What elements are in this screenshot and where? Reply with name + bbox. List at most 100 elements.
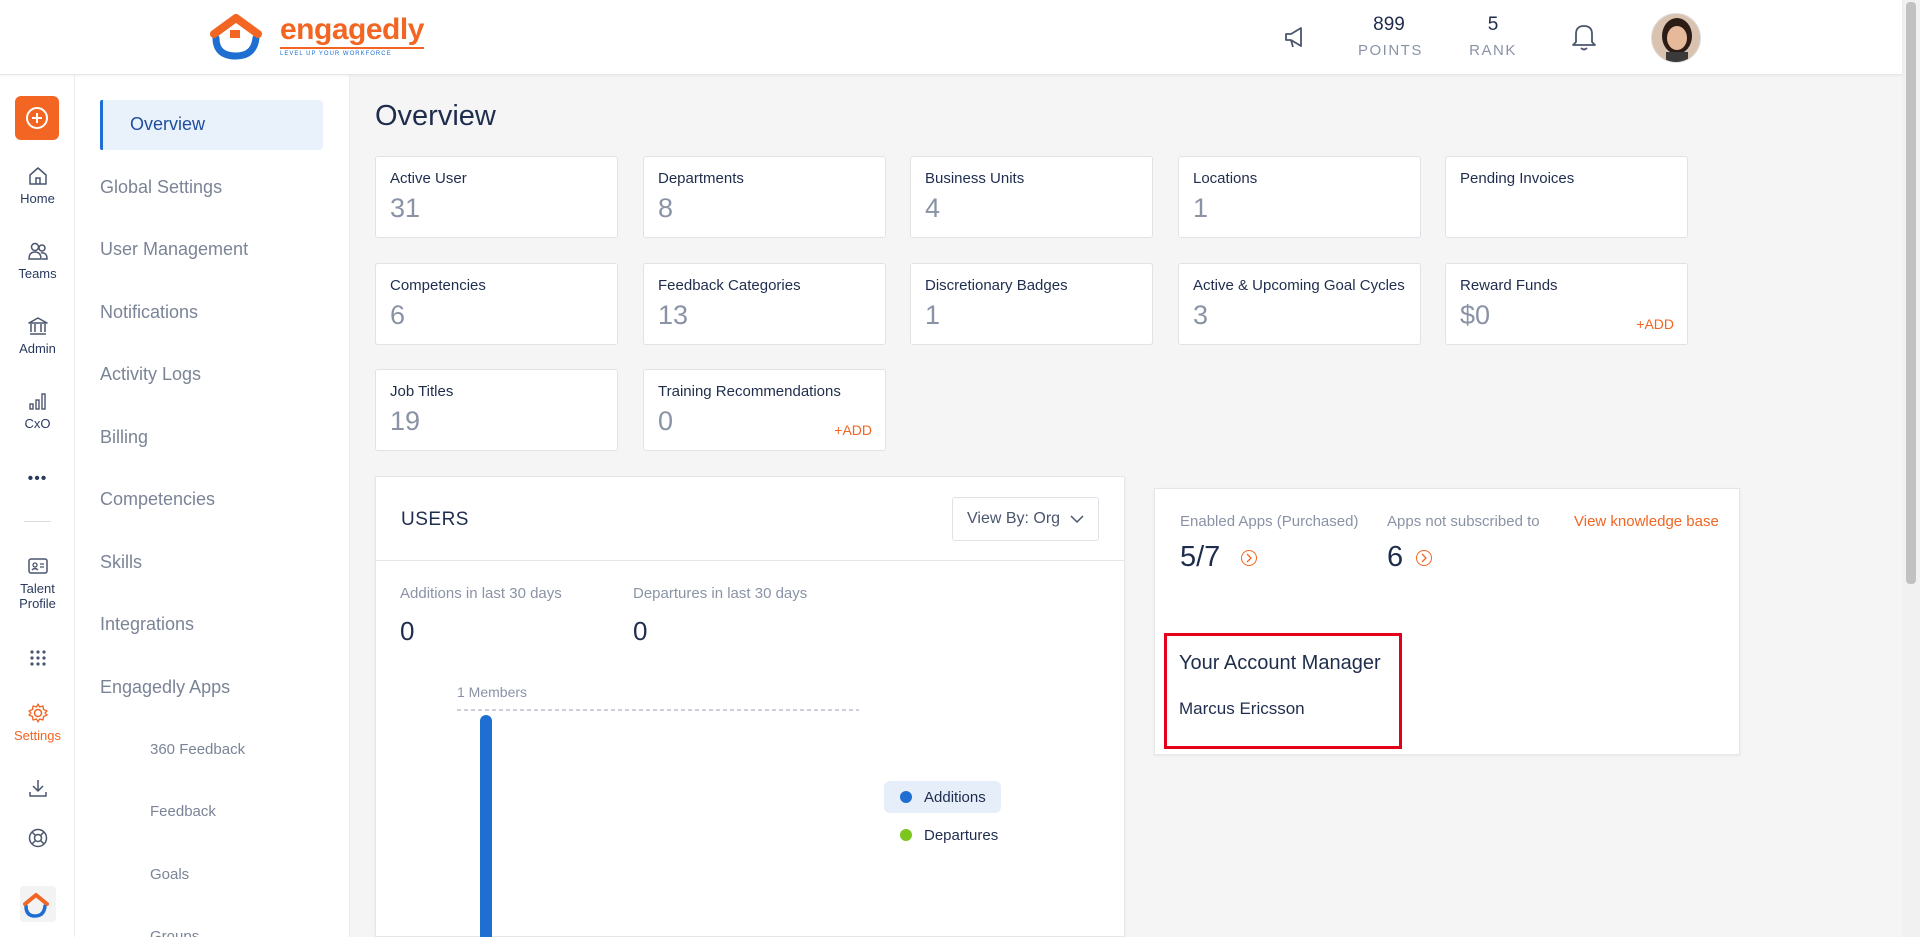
nav-item-integrations[interactable]: Integrations bbox=[100, 614, 194, 635]
add-button[interactable] bbox=[15, 96, 59, 140]
chevron-down-icon bbox=[1070, 515, 1084, 524]
card-departments[interactable]: Departments 8 bbox=[643, 156, 886, 238]
rank-value: 5 bbox=[1487, 14, 1499, 35]
card-business-units[interactable]: Business Units 4 bbox=[910, 156, 1153, 238]
rail-item-teams[interactable]: Teams bbox=[0, 240, 75, 281]
card-reward-funds[interactable]: Reward Funds $0 +ADD bbox=[1445, 263, 1688, 345]
engagedly-small-logo[interactable] bbox=[0, 886, 75, 926]
page-title: Overview bbox=[375, 100, 496, 132]
apps-grid-icon[interactable] bbox=[0, 649, 75, 671]
card-value: 13 bbox=[658, 300, 689, 330]
card-value: 19 bbox=[390, 406, 421, 436]
admin-icon bbox=[27, 317, 48, 335]
nav-item-activity-logs[interactable]: Activity Logs bbox=[100, 364, 201, 385]
nav-item-competencies[interactable]: Competencies bbox=[100, 489, 215, 510]
page-scrollbar[interactable] bbox=[1902, 0, 1920, 937]
rail-label-teams: Teams bbox=[18, 266, 57, 281]
id-card-icon bbox=[27, 558, 48, 574]
card-label: Job Titles bbox=[390, 383, 454, 400]
nav-sub-360-feedback[interactable]: 360 Feedback bbox=[150, 741, 245, 758]
card-discretionary-badges[interactable]: Discretionary Badges 1 bbox=[910, 263, 1153, 345]
card-competencies[interactable]: Competencies 6 bbox=[375, 263, 618, 345]
account-manager-name: Marcus Ericsson bbox=[1179, 699, 1305, 718]
view-by-dropdown[interactable]: View By: Org bbox=[952, 497, 1099, 541]
rank-stat[interactable]: 5 RANK bbox=[1467, 14, 1519, 59]
card-pending-invoices[interactable]: Pending Invoices bbox=[1445, 156, 1688, 238]
nav-item-overview[interactable]: Overview bbox=[100, 100, 323, 150]
user-avatar[interactable] bbox=[1651, 13, 1701, 63]
nav-item-skills[interactable]: Skills bbox=[100, 552, 142, 573]
card-job-titles[interactable]: Job Titles 19 bbox=[375, 369, 618, 451]
card-label: Departments bbox=[658, 170, 744, 187]
card-value: 4 bbox=[925, 193, 941, 223]
users-panel-header: USERS View By: Org bbox=[376, 477, 1124, 561]
legend-label-additions: Additions bbox=[924, 789, 986, 806]
bell-icon[interactable] bbox=[1569, 21, 1599, 51]
nav-item-global-settings[interactable]: Global Settings bbox=[100, 177, 222, 198]
rail-label-home: Home bbox=[20, 191, 55, 206]
view-knowledge-base-link[interactable]: View knowledge base bbox=[1574, 513, 1719, 530]
nav-sub-groups[interactable]: Groups bbox=[150, 928, 199, 937]
departures-stat: Departures in last 30 days 0 bbox=[633, 585, 807, 647]
grid-dots-icon bbox=[29, 650, 46, 666]
legend-departures[interactable]: Departures bbox=[884, 819, 1001, 851]
card-value: 31 bbox=[390, 193, 421, 223]
scrollbar-thumb[interactable] bbox=[1906, 2, 1916, 584]
legend-dot-additions bbox=[900, 791, 912, 803]
brand-tagline: LEVEL UP YOUR WORKFORCE bbox=[280, 47, 424, 57]
download-button[interactable] bbox=[0, 777, 75, 803]
card-value: 1 bbox=[1193, 193, 1209, 223]
megaphone-icon[interactable] bbox=[1281, 22, 1311, 52]
card-label: Pending Invoices bbox=[1460, 170, 1575, 187]
card-value: 6 bbox=[390, 300, 406, 330]
nav-item-user-management[interactable]: User Management bbox=[100, 239, 248, 260]
legend-label-departures: Departures bbox=[924, 827, 999, 844]
rail-item-settings[interactable]: Settings bbox=[0, 702, 75, 743]
account-manager-box: Your Account Manager Marcus Ericsson bbox=[1164, 633, 1402, 749]
nav-item-notifications[interactable]: Notifications bbox=[100, 302, 198, 323]
download-icon bbox=[28, 780, 47, 797]
rail-label-cxo: CxO bbox=[24, 416, 51, 431]
rail-item-admin[interactable]: Admin bbox=[0, 315, 75, 356]
nav-sub-feedback[interactable]: Feedback bbox=[150, 803, 216, 820]
not-subscribed-chevron-icon[interactable] bbox=[1416, 550, 1432, 566]
nav-sub-goals[interactable]: Goals bbox=[150, 866, 189, 883]
points-value: 899 bbox=[1373, 14, 1405, 35]
apps-panel: Enabled Apps (Purchased) 5/7 Apps not su… bbox=[1154, 488, 1740, 755]
enabled-apps-chevron-icon[interactable] bbox=[1241, 550, 1257, 566]
bar-additions[interactable] bbox=[480, 715, 492, 937]
rail-divider bbox=[24, 521, 51, 522]
card-label: Discretionary Badges bbox=[925, 277, 1068, 294]
lifebuoy-icon bbox=[28, 828, 47, 848]
more-icon[interactable]: ••• bbox=[0, 470, 75, 488]
legend-additions[interactable]: Additions bbox=[884, 781, 1001, 813]
add-reward-funds-link[interactable]: +ADD bbox=[1636, 316, 1674, 332]
users-chart: 1 Members bbox=[457, 684, 859, 937]
rail-label-admin: Admin bbox=[19, 341, 56, 356]
card-active-user[interactable]: Active User 31 bbox=[375, 156, 618, 238]
engagedly-logo[interactable]: engagedly LEVEL UP YOUR WORKFORCE bbox=[210, 12, 424, 60]
reference-line-label: 1 Members bbox=[457, 684, 527, 700]
card-label: Locations bbox=[1193, 170, 1258, 187]
rail-label-talent-profile: Talent Profile bbox=[19, 581, 56, 611]
card-locations[interactable]: Locations 1 bbox=[1178, 156, 1421, 238]
card-feedback-categories[interactable]: Feedback Categories 13 bbox=[643, 263, 886, 345]
avatar-image bbox=[1652, 14, 1700, 62]
add-training-link[interactable]: +ADD bbox=[834, 422, 872, 438]
plus-circle-icon bbox=[26, 107, 48, 129]
nav-item-billing[interactable]: Billing bbox=[100, 427, 148, 448]
rail-item-talent-profile[interactable]: Talent Profile bbox=[0, 555, 75, 611]
home-icon bbox=[28, 167, 47, 185]
card-label: Active User bbox=[390, 170, 467, 187]
rail-item-cxo[interactable]: CxO bbox=[0, 390, 75, 431]
card-goal-cycles[interactable]: Active & Upcoming Goal Cycles 3 bbox=[1178, 263, 1421, 345]
help-button[interactable] bbox=[0, 827, 75, 853]
card-training-recommendations[interactable]: Training Recommendations 0 +ADD bbox=[643, 369, 886, 451]
card-label: Competencies bbox=[390, 277, 486, 294]
rail-item-home[interactable]: Home bbox=[0, 165, 75, 206]
points-stat[interactable]: 899 POINTS bbox=[1358, 14, 1421, 59]
users-panel: USERS View By: Org Additions in last 30 … bbox=[375, 476, 1125, 937]
nav-item-engagedly-apps[interactable]: Engagedly Apps bbox=[100, 677, 230, 698]
view-by-label: View By: Org bbox=[967, 510, 1061, 527]
additions-stat: Additions in last 30 days 0 bbox=[400, 585, 562, 647]
